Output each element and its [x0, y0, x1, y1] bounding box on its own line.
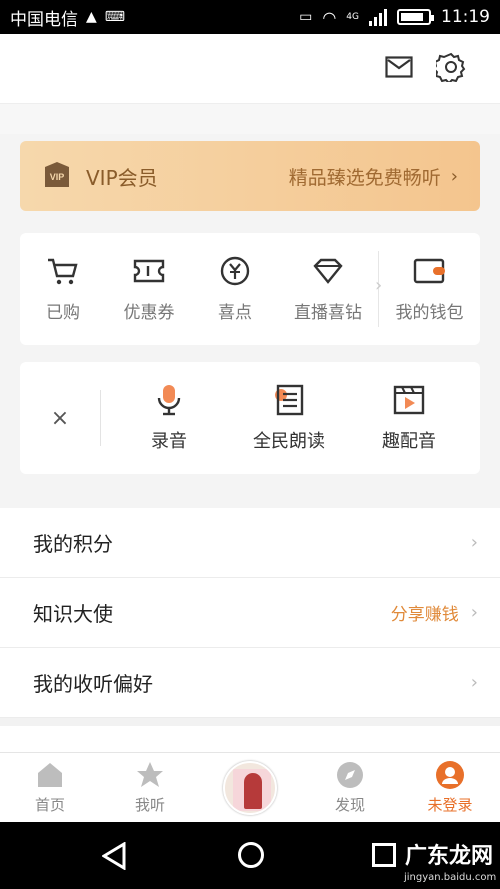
keyboard-icon: ⌨	[104, 9, 125, 25]
star-icon	[137, 762, 163, 787]
tab-home-label: 首页	[34, 796, 65, 814]
list-item-ambassador[interactable]: 知识大使 分享赚钱 ›	[0, 578, 500, 648]
now-playing-button[interactable]	[200, 753, 300, 822]
tab-discover-label: 发现	[334, 796, 365, 814]
wallet-row: 已购 优惠券 喜点 直播喜钻 我的钱包	[20, 233, 480, 345]
tab-listen-label: 我听	[134, 796, 165, 814]
settings-list: 我的积分 › 知识大使 分享赚钱 › 我的收听偏好 ›	[0, 508, 500, 718]
chevron-right-icon: ›	[470, 672, 478, 693]
gear-icon[interactable]	[436, 52, 466, 82]
microphone-icon	[157, 385, 181, 416]
wallet-divider	[375, 251, 382, 327]
coupon-label: 优惠券	[123, 302, 175, 323]
wifi-icon: ◠	[322, 7, 337, 27]
chevron-right-icon: ›	[450, 165, 458, 187]
cart-icon	[48, 258, 78, 284]
mail-icon[interactable]	[385, 56, 413, 78]
read-document-icon	[275, 384, 304, 416]
network-type: 4G	[346, 12, 359, 22]
preference-label: 我的收听偏好	[33, 672, 153, 696]
sim-alert-icon: ▲	[86, 9, 97, 25]
coupon-button[interactable]: 优惠券	[106, 233, 192, 345]
top-header	[0, 34, 500, 104]
clock: 11:19	[441, 7, 490, 27]
xidian-button[interactable]: 喜点	[192, 233, 278, 345]
my-wallet-label: 我的钱包	[395, 302, 464, 323]
tab-listen[interactable]: 我听	[100, 753, 200, 822]
bottom-tab-bar: 首页 我听 发现 未登录	[0, 752, 500, 822]
live-diamond-button[interactable]: 直播喜钻	[278, 233, 378, 345]
my-wallet-button[interactable]: 我的钱包	[379, 233, 480, 345]
back-icon[interactable]	[102, 842, 126, 870]
vip-slogan: 精品臻选免费畅听	[288, 166, 441, 189]
home-icon	[38, 763, 62, 787]
tab-me[interactable]: 未登录	[400, 753, 500, 822]
header-gap	[0, 104, 500, 134]
vip-badge-icon: VIP	[45, 162, 69, 187]
dubbing-label: 趣配音	[382, 431, 436, 452]
purchased-label: 已购	[46, 302, 80, 323]
vip-title: VIP会员	[86, 165, 158, 190]
now-playing-cover	[223, 760, 277, 815]
xidian-label: 喜点	[218, 302, 252, 323]
list-item-preference[interactable]: 我的收听偏好 ›	[0, 648, 500, 718]
record-button[interactable]: 录音	[109, 383, 229, 453]
points-label: 我的积分	[33, 532, 113, 556]
diamond-icon	[313, 258, 343, 284]
purchased-button[interactable]: 已购	[20, 233, 106, 345]
read-aloud-label: 全民朗读	[253, 431, 325, 452]
list-item-points[interactable]: 我的积分 ›	[0, 508, 500, 578]
signal-icon	[369, 8, 387, 26]
close-icon[interactable]: ×	[20, 406, 100, 431]
status-bar: 中国电信 ▲ ⌨ ▭ ◠ 4G 11:19	[0, 0, 500, 34]
recents-icon[interactable]	[372, 843, 396, 867]
video-dub-icon	[393, 385, 425, 415]
vip-badge-text: VIP	[50, 172, 65, 182]
battery-icon	[397, 9, 434, 25]
chevron-right-icon: ›	[470, 602, 478, 623]
chevron-right-icon: ›	[470, 532, 478, 553]
watermark-sub: jingyan.baidu.com	[404, 872, 497, 883]
list-section-divider	[0, 718, 500, 752]
creation-row: × 录音 全民朗读 趣配音	[20, 362, 480, 474]
compass-icon	[337, 762, 363, 788]
live-diamond-label: 直播喜钻	[294, 302, 362, 323]
creation-divider	[100, 390, 101, 446]
record-label: 录音	[151, 431, 187, 452]
tab-discover[interactable]: 发现	[300, 753, 400, 822]
wallet-icon	[413, 258, 445, 283]
vip-banner[interactable]: VIP VIP会员 精品臻选免费畅听 ›	[20, 141, 480, 211]
watermark-text: 广东龙网	[405, 844, 494, 869]
read-aloud-button[interactable]: 全民朗读	[229, 383, 349, 453]
carrier-name: 中国电信	[10, 9, 78, 30]
share-earn-text: 分享赚钱	[390, 605, 459, 625]
dubbing-button[interactable]: 趣配音	[349, 383, 469, 453]
tab-home[interactable]: 首页	[0, 753, 100, 822]
tab-me-label: 未登录	[427, 796, 473, 814]
coupon-icon	[133, 259, 165, 282]
ambassador-label: 知识大使	[33, 602, 113, 626]
home-circle-icon[interactable]	[238, 842, 264, 868]
cast-icon: ▭	[299, 9, 313, 25]
yen-coin-icon	[220, 256, 250, 285]
user-avatar-icon	[436, 761, 464, 789]
